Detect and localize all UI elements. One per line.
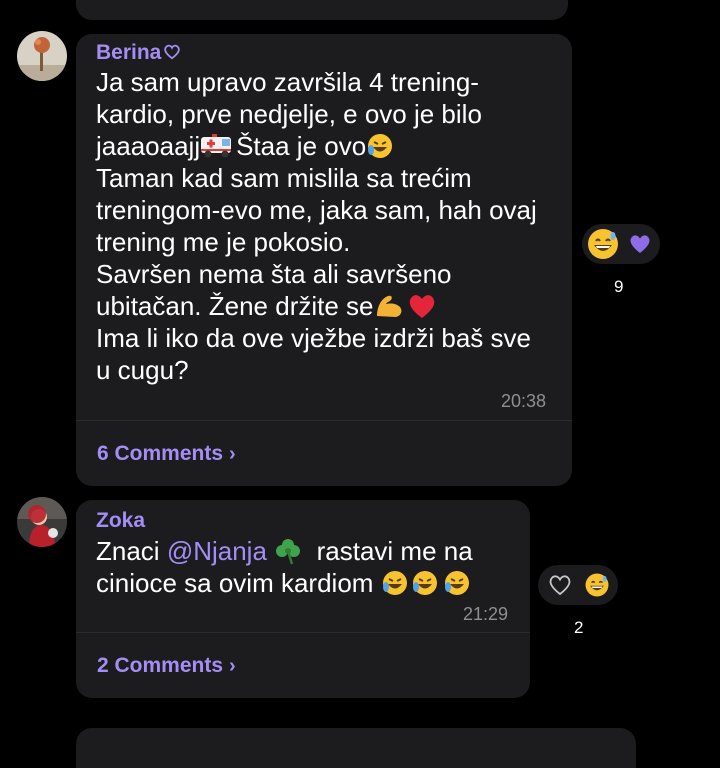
message-line: ubitačan. Žene držite se [96,290,438,324]
chevron-right-icon: › [229,443,236,465]
message-timestamp: 20:38 [501,391,547,411]
message-line: Ima li iko da ove vježbe izdrži baš sve [96,323,531,353]
user-mention[interactable]: @Njanja [167,536,267,566]
message-bubble-berina: Berina Ja sam upravo završila 4 trening-… [76,34,572,486]
heart-outline-icon [164,44,181,60]
outline-heart-icon [549,575,571,596]
rofl-emoji [441,571,473,598]
avatar-zoka[interactable] [17,497,67,547]
reaction-count: 2 [574,618,584,637]
message-line: jaaaoaajj Štaa je ovo [96,130,394,164]
rofl-emoji [381,571,409,598]
previous-message-bubble [76,0,568,20]
ambulance-emoji [200,134,236,161]
message-line: kardio, prve nedjelje, e ovo je bilo [96,99,482,129]
divider [76,632,530,633]
message-bubble-zoka: Zoka Znaci @Njanja rastavi me na cinioce… [76,500,530,698]
message-line: Savršen nema šta ali savršeno [96,259,452,289]
message-line: u cugu? [96,355,189,385]
message-timestamp: 21:29 [463,604,509,624]
rofl-emoji [409,571,441,598]
comments-link[interactable]: 6 Comments › [97,442,236,466]
comments-link[interactable]: 2 Comments › [97,654,236,678]
rofl-emoji [366,134,394,161]
clover-emoji [274,539,302,566]
message-line: trening me je pokosio. [96,227,351,257]
red-heart-emoji [406,294,438,321]
sender-name[interactable]: Zoka [96,509,145,533]
grinning-sweat-emoji [585,573,609,597]
avatar-berina[interactable] [17,31,67,81]
grinning-sweat-emoji [588,229,618,259]
message-line: Znaci @Njanja rastavi me na [96,536,473,566]
chevron-right-icon: › [229,655,236,677]
purple-heart-emoji [630,235,650,253]
divider [76,420,572,421]
flexed-biceps-emoji [374,294,406,321]
reaction-count: 9 [614,277,624,296]
sender-name[interactable]: Berina [96,41,181,65]
message-line: cinioce sa ovim kardiom [96,567,473,601]
message-line: treningom-evo me, jaka sam, hah ovaj [96,195,537,225]
reactions-pill[interactable] [582,224,660,264]
message-line: Ja sam upravo završila 4 trening- [96,67,479,97]
message-line: Taman kad sam mislila sa trećim [96,163,472,193]
reactions-pill[interactable] [538,565,618,605]
next-message-bubble [76,728,636,768]
